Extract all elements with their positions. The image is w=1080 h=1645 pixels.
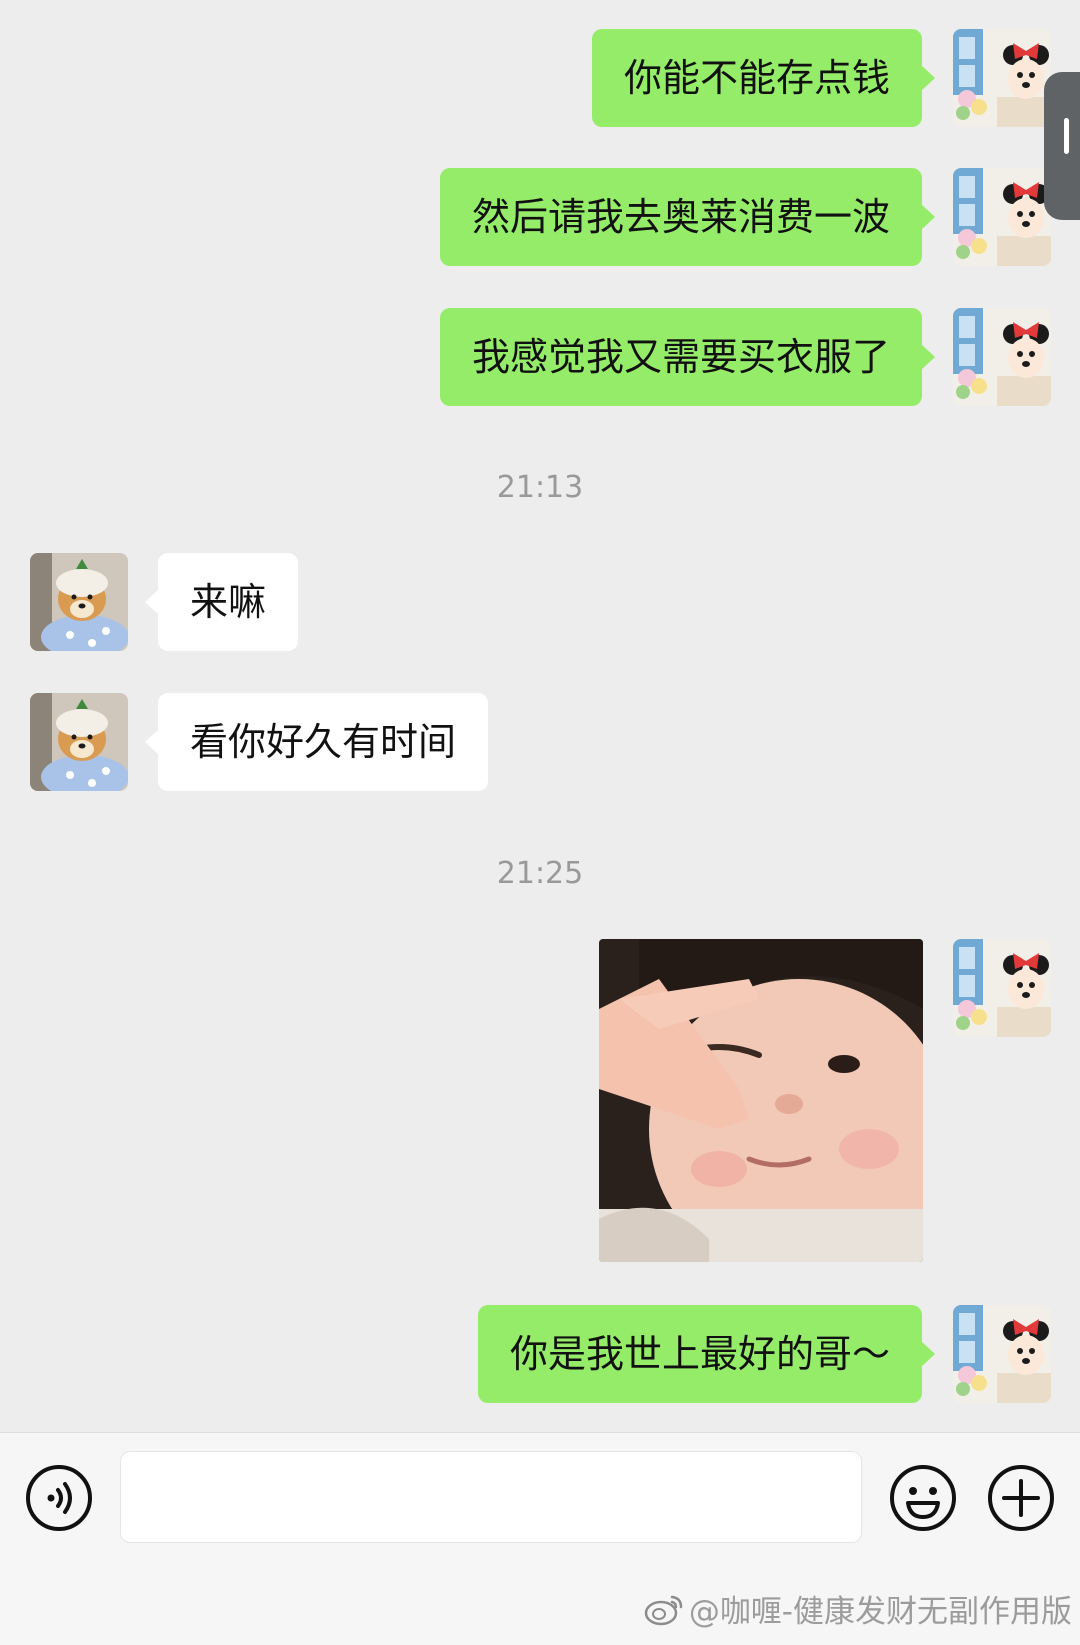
timestamp: 21:25 <box>496 856 584 891</box>
contact-avatar[interactable] <box>30 693 128 791</box>
my-avatar[interactable] <box>953 939 1051 1037</box>
scroll-handle[interactable] <box>1044 72 1080 220</box>
timestamp: 21:13 <box>496 470 584 505</box>
my-avatar[interactable] <box>953 168 1051 266</box>
chat-area[interactable]: 你能不能存点钱 然后请我去奥莱消费一波 我感觉我又需要买衣服了 21:13 来嘛… <box>0 0 1080 1432</box>
my-avatar[interactable] <box>953 308 1051 406</box>
plus-icon[interactable] <box>986 1463 1056 1533</box>
my-avatar[interactable] <box>953 1305 1051 1403</box>
message-bubble-sent[interactable]: 你能不能存点钱 <box>591 29 936 127</box>
message-bubble-sent[interactable]: 我感觉我又需要买衣服了 <box>439 308 936 406</box>
message-input[interactable] <box>120 1451 862 1543</box>
contact-avatar[interactable] <box>30 553 128 651</box>
emoji-icon[interactable] <box>888 1463 958 1533</box>
weibo-icon <box>643 1591 685 1627</box>
message-bubble-sent[interactable]: 然后请我去奥莱消费一波 <box>439 168 936 266</box>
message-bubble-received[interactable]: 来嘛 <box>144 553 299 651</box>
watermark: @咖喱-健康发财无副作用版 <box>643 1586 1072 1631</box>
watermark-text: @咖喱-健康发财无副作用版 <box>688 1594 1072 1630</box>
image-message[interactable] <box>599 939 923 1262</box>
message-bubble-received[interactable]: 看你好久有时间 <box>144 693 489 791</box>
voice-icon[interactable] <box>24 1463 94 1533</box>
my-avatar[interactable] <box>953 29 1051 127</box>
message-bubble-sent[interactable]: 你是我世上最好的哥～ <box>477 1305 936 1403</box>
